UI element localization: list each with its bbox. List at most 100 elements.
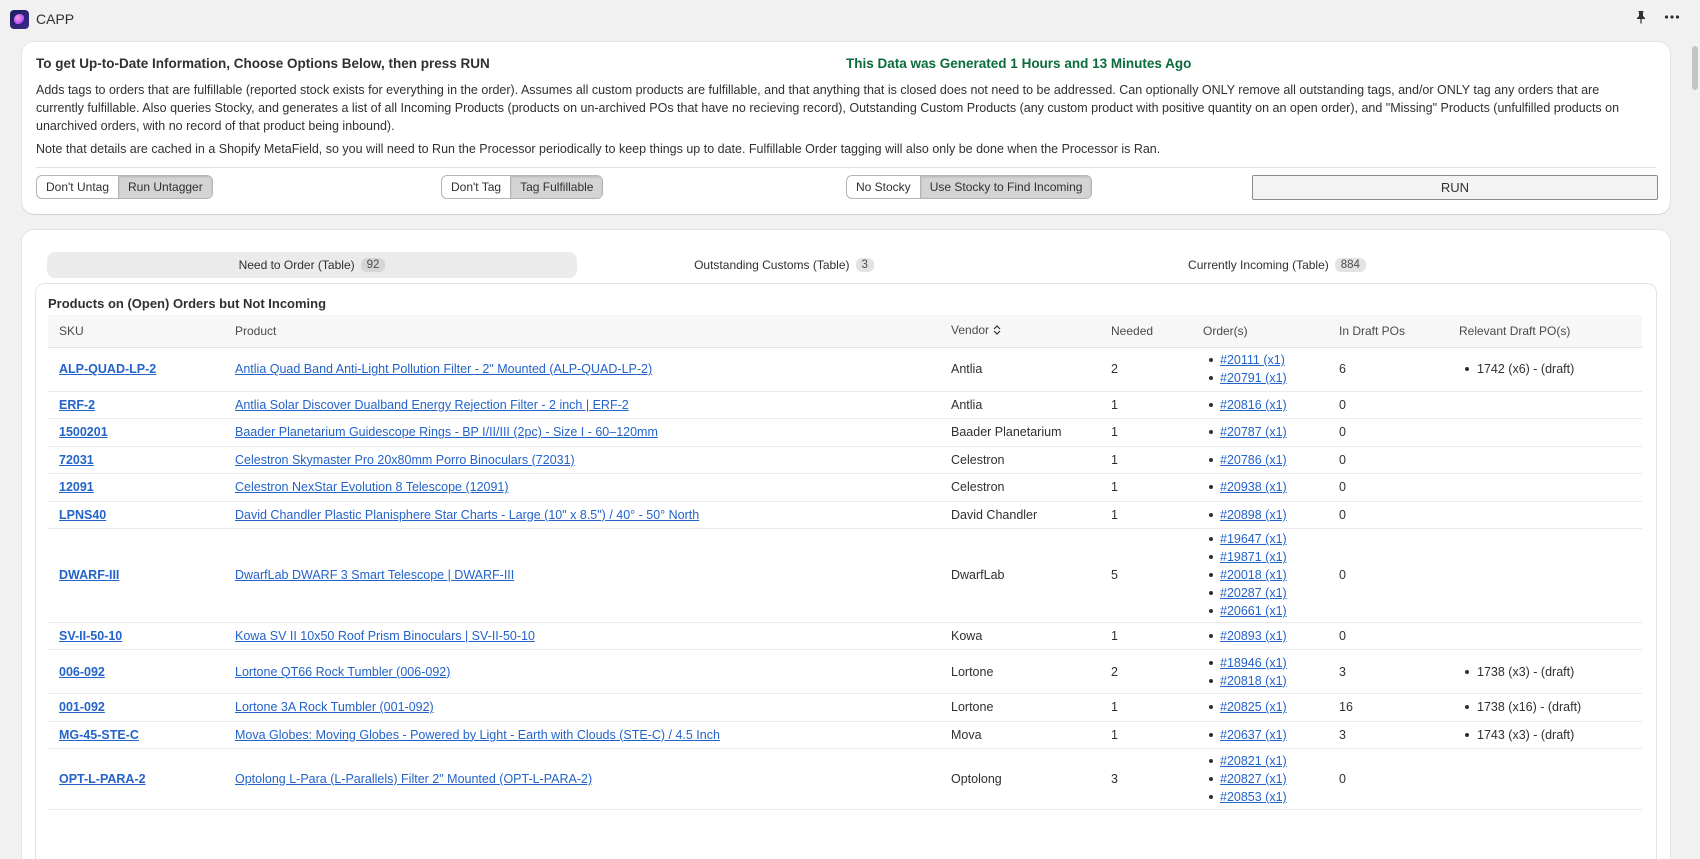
results-tabs: Need to Order (Table) 92 Outstanding Cus… — [47, 252, 1645, 278]
tab-label: Outstanding Customs (Table) — [694, 258, 850, 272]
order-link[interactable]: #20893 (x1) — [1220, 629, 1287, 643]
order-list-item: #20787 (x1) — [1203, 423, 1317, 441]
cell-in-draft-pos: 6 — [1328, 347, 1448, 392]
cell-in-draft-pos: 0 — [1328, 391, 1448, 419]
order-link[interactable]: #20821 (x1) — [1220, 754, 1287, 768]
product-link[interactable]: Kowa SV II 10x50 Roof Prism Binoculars |… — [235, 629, 535, 643]
col-header-in-draft-pos[interactable]: In Draft POs — [1328, 315, 1448, 348]
order-list-item: #20821 (x1) — [1203, 752, 1317, 770]
product-link[interactable]: Antlia Solar Discover Dualband Energy Re… — [235, 398, 629, 412]
sku-link[interactable]: SV-II-50-10 — [59, 629, 122, 643]
order-link[interactable]: #20661 (x1) — [1220, 604, 1287, 618]
cell-sku: LPNS40 — [48, 501, 224, 529]
sku-link[interactable]: LPNS40 — [59, 508, 106, 522]
sku-link[interactable]: 72031 — [59, 453, 94, 467]
sku-link[interactable]: OPT-L-PARA-2 — [59, 772, 146, 786]
no-stocky-button[interactable]: No Stocky — [847, 176, 920, 198]
product-link[interactable]: Lortone QT66 Rock Tumbler (006-092) — [235, 665, 450, 679]
order-list: #20786 (x1) — [1203, 451, 1317, 469]
order-link[interactable]: #20791 (x1) — [1220, 371, 1287, 385]
order-link[interactable]: #20018 (x1) — [1220, 568, 1287, 582]
col-header-sku[interactable]: SKU — [48, 315, 224, 348]
order-link[interactable]: #20637 (x1) — [1220, 728, 1287, 742]
product-link[interactable]: Baader Planetarium Guidescope Rings - BP… — [235, 425, 658, 439]
order-link[interactable]: #20898 (x1) — [1220, 508, 1287, 522]
divider — [36, 167, 1656, 168]
sort-icon[interactable] — [993, 324, 1001, 338]
table-title: Products on (Open) Orders but Not Incomi… — [48, 296, 327, 311]
order-link[interactable]: #20786 (x1) — [1220, 453, 1287, 467]
order-link[interactable]: #19647 (x1) — [1220, 532, 1287, 546]
sku-link[interactable]: ERF-2 — [59, 398, 95, 412]
order-link[interactable]: #20853 (x1) — [1220, 790, 1287, 804]
order-link[interactable]: #18946 (x1) — [1220, 656, 1287, 670]
order-link[interactable]: #20287 (x1) — [1220, 586, 1287, 600]
scrollbar-thumb[interactable] — [1692, 46, 1698, 90]
cell-needed: 5 — [1100, 528, 1192, 623]
order-link[interactable]: #20111 (x1) — [1220, 353, 1285, 367]
cell-product: Celestron Skymaster Pro 20x80mm Porro Bi… — [224, 446, 940, 474]
run-button[interactable]: RUN — [1252, 175, 1658, 200]
product-link[interactable]: Celestron NexStar Evolution 8 Telescope … — [235, 480, 509, 494]
sku-link[interactable]: 001-092 — [59, 700, 105, 714]
product-link[interactable]: Celestron Skymaster Pro 20x80mm Porro Bi… — [235, 453, 575, 467]
page-scrollbar[interactable] — [1690, 42, 1700, 859]
run-untagger-button[interactable]: Run Untagger — [118, 176, 212, 198]
cell-relevant-draft-pos: 1743 (x3) - (draft) — [1448, 721, 1642, 749]
order-link[interactable]: #20938 (x1) — [1220, 480, 1287, 494]
cell-sku: 72031 — [48, 446, 224, 474]
order-link[interactable]: #19871 (x1) — [1220, 550, 1287, 564]
results-card: Need to Order (Table) 92 Outstanding Cus… — [22, 230, 1670, 859]
col-header-product[interactable]: Product — [224, 315, 940, 348]
tab-outstanding-customs[interactable]: Outstanding Customs (Table) 3 — [599, 252, 969, 278]
tag-fulfillable-button[interactable]: Tag Fulfillable — [510, 176, 603, 198]
dont-untag-button[interactable]: Don't Untag — [37, 176, 118, 198]
sku-link[interactable]: DWARF-III — [59, 568, 119, 582]
sku-link[interactable]: ALP-QUAD-LP-2 — [59, 362, 156, 376]
cell-orders: #20787 (x1) — [1192, 418, 1328, 447]
product-link[interactable]: Optolong L-Para (L-Parallels) Filter 2" … — [235, 772, 592, 786]
col-header-vendor[interactable]: Vendor — [940, 315, 1100, 348]
cell-sku: ALP-QUAD-LP-2 — [48, 347, 224, 392]
cell-in-draft-pos: 0 — [1328, 622, 1448, 650]
order-link[interactable]: #20827 (x1) — [1220, 772, 1287, 786]
tab-label: Currently Incoming (Table) — [1188, 258, 1329, 272]
sku-link[interactable]: 006-092 — [59, 665, 105, 679]
pin-icon[interactable] — [1634, 10, 1650, 26]
sku-link[interactable]: MG-45-STE-C — [59, 728, 139, 742]
product-link[interactable]: Antlia Quad Band Anti-Light Pollution Fi… — [235, 362, 652, 376]
use-stocky-button[interactable]: Use Stocky to Find Incoming — [919, 176, 1092, 198]
tab-need-to-order[interactable]: Need to Order (Table) 92 — [47, 252, 577, 278]
product-link[interactable]: Lortone 3A Rock Tumbler (001-092) — [235, 700, 434, 714]
sku-link[interactable]: 1500201 — [59, 425, 108, 439]
more-actions-icon[interactable] — [1664, 10, 1682, 26]
col-header-relevant-draft-pos[interactable]: Relevant Draft PO(s) — [1448, 315, 1642, 348]
cell-relevant-draft-pos — [1448, 446, 1642, 474]
col-header-needed[interactable]: Needed — [1100, 315, 1192, 348]
cell-relevant-draft-pos — [1448, 748, 1642, 810]
cell-in-draft-pos: 0 — [1328, 418, 1448, 447]
dont-tag-button[interactable]: Don't Tag — [442, 176, 510, 198]
order-link[interactable]: #20787 (x1) — [1220, 425, 1287, 439]
table-row: DWARF-III DwarfLab DWARF 3 Smart Telescop… — [48, 528, 1642, 623]
col-header-orders[interactable]: Order(s) — [1192, 315, 1328, 348]
app-logo-icon — [10, 9, 29, 29]
order-list: #20898 (x1) — [1203, 506, 1317, 524]
sku-link[interactable]: 12091 — [59, 480, 94, 494]
tab-currently-incoming[interactable]: Currently Incoming (Table) 884 — [1092, 252, 1462, 278]
cell-orders: #20111 (x1) #20791 (x1) — [1192, 347, 1328, 392]
product-link[interactable]: DwarfLab DWARF 3 Smart Telescope | DWARF… — [235, 568, 514, 582]
product-link[interactable]: David Chandler Plastic Planisphere Star … — [235, 508, 699, 522]
cell-orders: #20893 (x1) — [1192, 622, 1328, 650]
order-link[interactable]: #20818 (x1) — [1220, 674, 1287, 688]
cell-product: David Chandler Plastic Planisphere Star … — [224, 501, 940, 529]
cell-product: Celestron NexStar Evolution 8 Telescope … — [224, 473, 940, 502]
product-link[interactable]: Mova Globes: Moving Globes - Powered by … — [235, 728, 720, 742]
order-link[interactable]: #20816 (x1) — [1220, 398, 1287, 412]
order-list: #20825 (x1) — [1203, 698, 1317, 716]
draft-po-list: 1738 (x16) - (draft) — [1459, 698, 1631, 716]
cell-product: Optolong L-Para (L-Parallels) Filter 2" … — [224, 748, 940, 810]
draft-po-item: 1738 (x16) - (draft) — [1459, 698, 1631, 716]
cell-in-draft-pos: 0 — [1328, 748, 1448, 810]
order-link[interactable]: #20825 (x1) — [1220, 700, 1287, 714]
